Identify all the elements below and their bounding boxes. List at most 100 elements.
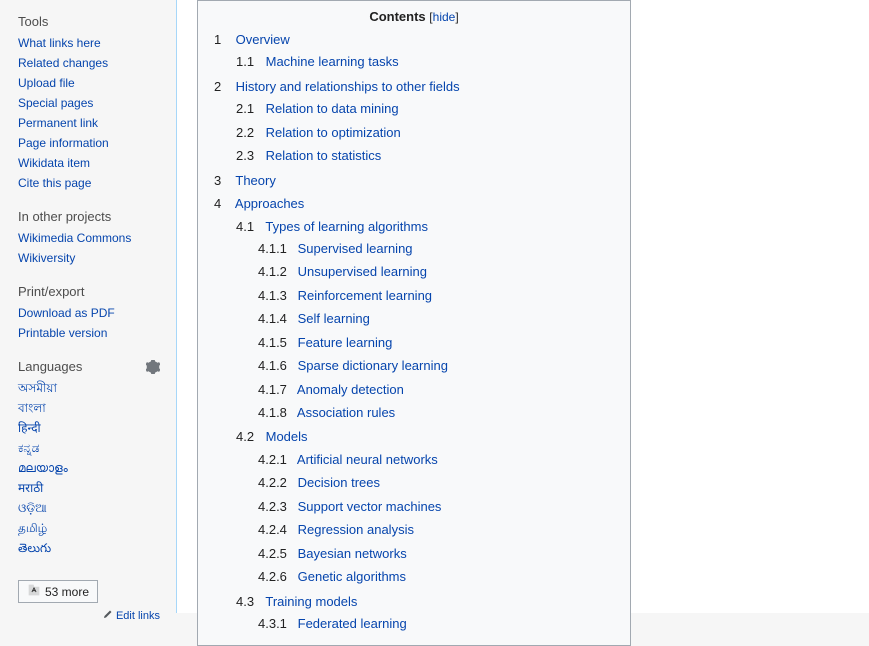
toc-link[interactable]: 4.1.7 Anomaly detection bbox=[258, 382, 404, 397]
sidebar-link[interactable]: Cite this page bbox=[18, 176, 91, 190]
sidebar-link[interactable]: தமிழ் bbox=[18, 521, 47, 535]
edit-links-label[interactable]: Edit links bbox=[116, 610, 160, 622]
sidebar-link[interactable]: What links here bbox=[18, 36, 101, 50]
pencil-icon bbox=[103, 609, 113, 622]
toc-item: 4.2.3 Support vector machines bbox=[258, 495, 614, 518]
sidebar-item: Wikimedia Commons bbox=[18, 228, 160, 248]
sidebar-item: Wikiversity bbox=[18, 248, 160, 268]
sidebar-list-tools: What links here Related changes Upload fil… bbox=[18, 33, 160, 199]
toc-item: 3 Theory bbox=[214, 169, 614, 192]
toc-link[interactable]: 4.2.1 Artificial neural networks bbox=[258, 452, 438, 467]
toc-item: 2.1 Relation to data mining bbox=[236, 97, 614, 120]
toc-toggle[interactable]: [hide] bbox=[429, 10, 458, 24]
sidebar-link[interactable]: हिन्दी bbox=[18, 421, 41, 435]
toc-link[interactable]: 2 History and relationships to other fie… bbox=[214, 79, 460, 94]
toc-link[interactable]: 1.1 Machine learning tasks bbox=[236, 54, 399, 69]
toc-link[interactable]: 4.1.6 Sparse dictionary learning bbox=[258, 358, 448, 373]
toc-link[interactable]: 4.1 Types of learning algorithms bbox=[236, 219, 428, 234]
toc-link[interactable]: 2.3 Relation to statistics bbox=[236, 148, 381, 163]
toc-link[interactable]: 4.1.1 Supervised learning bbox=[258, 241, 413, 256]
sidebar-link[interactable]: Wikiversity bbox=[18, 251, 75, 265]
sidebar-link[interactable]: Wikimedia Commons bbox=[18, 231, 131, 245]
toc-link[interactable]: 4.2.3 Support vector machines bbox=[258, 499, 441, 514]
toc-item: 4.1 Types of learning algorithms 4.1.1 Su… bbox=[236, 215, 614, 426]
toc-link[interactable]: 4.2.2 Decision trees bbox=[258, 475, 380, 490]
sidebar-link[interactable]: ଓଡ଼ିଆ bbox=[18, 501, 47, 515]
sidebar-heading-tools: Tools bbox=[18, 14, 160, 29]
toc-link[interactable]: 3 Theory bbox=[214, 173, 276, 188]
sidebar-link[interactable]: বাংলা bbox=[18, 401, 46, 415]
toc-link[interactable]: 4.2.4 Regression analysis bbox=[258, 522, 414, 537]
sidebar-item: Wikidata item bbox=[18, 153, 160, 173]
sidebar-heading-languages-row: Languages bbox=[18, 359, 160, 374]
toc-item: 4.2.5 Bayesian networks bbox=[258, 542, 614, 565]
sidebar-item: Printable version bbox=[18, 323, 160, 343]
sidebar-list-projects: Wikimedia Commons Wikiversity bbox=[18, 228, 160, 274]
toc-item: 4.1.2 Unsupervised learning bbox=[258, 260, 614, 283]
sidebar-item: ಕನ್ನಡ bbox=[18, 438, 160, 458]
toc-item: 2 History and relationships to other fie… bbox=[214, 75, 614, 169]
sidebar-item: Upload file bbox=[18, 73, 160, 93]
sidebar-link[interactable]: Wikidata item bbox=[18, 156, 90, 170]
sidebar-item: Cite this page bbox=[18, 173, 160, 193]
toc-title-row: Contents [hide] bbox=[214, 9, 614, 24]
globe-icon bbox=[27, 583, 41, 600]
toc-item: 4.2.6 Genetic algorithms bbox=[258, 565, 614, 588]
toc-link[interactable]: 4 Approaches bbox=[214, 196, 304, 211]
toc-item: 4.1.1 Supervised learning bbox=[258, 237, 614, 260]
sidebar-link[interactable]: Download as PDF bbox=[18, 306, 115, 320]
toc-title: Contents bbox=[369, 9, 425, 24]
edit-links[interactable]: Edit links bbox=[18, 609, 160, 622]
toc-item: 4.1.6 Sparse dictionary learning bbox=[258, 354, 614, 377]
sidebar-heading-print: Print/export bbox=[18, 284, 160, 299]
sidebar-link[interactable]: Page information bbox=[18, 136, 109, 150]
languages-more-label: 53 more bbox=[45, 585, 89, 599]
toc-item: 2.2 Relation to optimization bbox=[236, 121, 614, 144]
sidebar-item: Related changes bbox=[18, 53, 160, 73]
toc-item: 4.1.8 Association rules bbox=[258, 401, 614, 424]
sidebar-link[interactable]: ಕನ್ನಡ bbox=[18, 441, 39, 455]
sidebar-link[interactable]: Related changes bbox=[18, 56, 108, 70]
sidebar-link[interactable]: Printable version bbox=[18, 326, 107, 340]
sidebar-link[interactable]: অসমীয়া bbox=[18, 381, 57, 395]
toc-link[interactable]: 4.2.6 Genetic algorithms bbox=[258, 569, 406, 584]
sidebar-item: অসমীয়া bbox=[18, 378, 160, 398]
sidebar-list-languages: অসমীয়া বাংলা हिन्दी ಕನ್ನಡ മലയാളം मराठी ଓଡ଼ିଆ த… bbox=[18, 378, 160, 564]
toc-link[interactable]: 4.1.2 Unsupervised learning bbox=[258, 264, 427, 279]
toc-link[interactable]: 1 Overview bbox=[214, 32, 290, 47]
sidebar-link[interactable]: മലയാളം bbox=[18, 461, 68, 475]
toc-link[interactable]: 4.3.1 Federated learning bbox=[258, 616, 407, 631]
sidebar-item: తెలుగు bbox=[18, 538, 160, 558]
sidebar-item: मराठी bbox=[18, 478, 160, 498]
toc-item: 4 Approaches 4.1 Types of learning algori… bbox=[214, 192, 614, 637]
toc-link[interactable]: 4.1.4 Self learning bbox=[258, 311, 370, 326]
sidebar-link[interactable]: Permanent link bbox=[18, 116, 98, 130]
toc-box: Contents [hide] 1 Overview 1.1 Machine le… bbox=[197, 0, 631, 646]
languages-more-button[interactable]: 53 more bbox=[18, 580, 98, 603]
sidebar-link[interactable]: Upload file bbox=[18, 76, 75, 90]
gear-icon[interactable] bbox=[146, 360, 160, 374]
sidebar-item: বাংলা bbox=[18, 398, 160, 418]
toc-link[interactable]: 4.3 Training models bbox=[236, 594, 357, 609]
sidebar-heading-languages: Languages bbox=[18, 359, 82, 374]
sidebar-list-print: Download as PDF Printable version bbox=[18, 303, 160, 349]
toc-link[interactable]: 4.1.5 Feature learning bbox=[258, 335, 392, 350]
sidebar-link[interactable]: తెలుగు bbox=[18, 541, 51, 555]
toc-item: 4.1.7 Anomaly detection bbox=[258, 378, 614, 401]
toc-link[interactable]: 4.1.3 Reinforcement learning bbox=[258, 288, 432, 303]
content: Contents [hide] 1 Overview 1.1 Machine le… bbox=[176, 0, 869, 613]
toc-link[interactable]: 2.1 Relation to data mining bbox=[236, 101, 399, 116]
toc-link[interactable]: 4.2 Models bbox=[236, 429, 308, 444]
sidebar-item: Page information bbox=[18, 133, 160, 153]
toc-list: 1 Overview 1.1 Machine learning tasks 2 Hi… bbox=[214, 28, 614, 637]
toc-link[interactable]: 2.2 Relation to optimization bbox=[236, 125, 401, 140]
toc-link[interactable]: 4.2.5 Bayesian networks bbox=[258, 546, 407, 561]
toc-item: 1.1 Machine learning tasks bbox=[236, 50, 614, 73]
toc-item: 4.1.5 Feature learning bbox=[258, 331, 614, 354]
toc-item: 4.1.3 Reinforcement learning bbox=[258, 284, 614, 307]
sidebar-item: What links here bbox=[18, 33, 160, 53]
sidebar-link[interactable]: Special pages bbox=[18, 96, 93, 110]
toc-link[interactable]: 4.1.8 Association rules bbox=[258, 405, 395, 420]
sidebar: Tools What links here Related changes Uplo… bbox=[0, 0, 170, 632]
sidebar-link[interactable]: मराठी bbox=[18, 481, 43, 495]
